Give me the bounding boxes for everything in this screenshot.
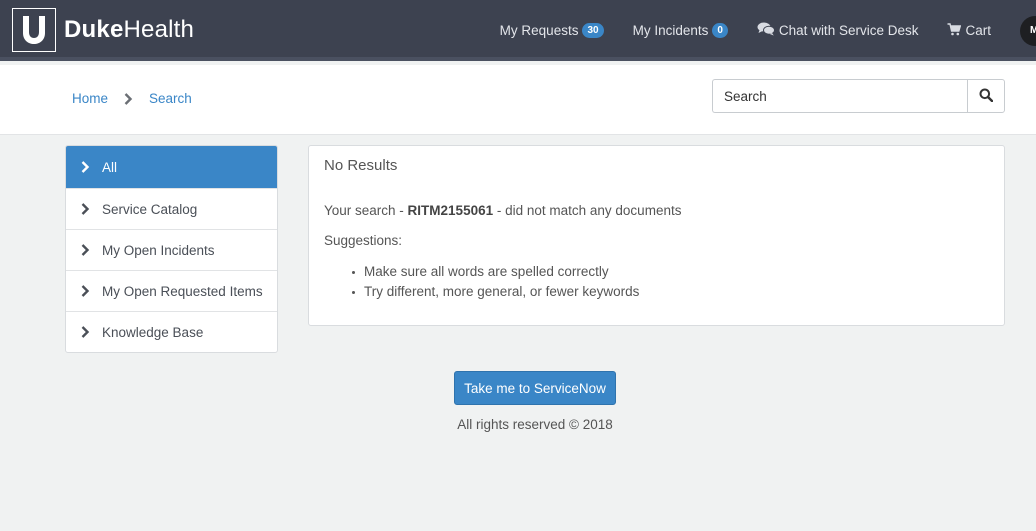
chevron-right-icon (81, 285, 90, 297)
breadcrumb: Home Search (72, 91, 192, 106)
search-query: RITM2155061 (407, 203, 494, 218)
chat-bubbles-icon (757, 22, 779, 39)
suggestion-item: Make sure all words are spelled correctl… (351, 262, 639, 282)
my-requests-link[interactable]: My Requests 30 (500, 23, 604, 38)
cart-label: Cart (965, 23, 991, 38)
no-match-suffix: - did not match any documents (493, 203, 682, 218)
no-match-message: Your search - RITM2155061 - did not matc… (324, 203, 681, 218)
user-avatar[interactable]: M (1020, 15, 1036, 46)
sidebar-item-label: All (102, 159, 118, 175)
sidebar-item-all[interactable]: All (66, 146, 277, 188)
cart-icon (947, 22, 965, 39)
nav-links: My Requests 30 My Incidents 0 Chat with … (500, 0, 1036, 61)
no-match-prefix: Your search - (324, 203, 408, 218)
chat-service-desk-link[interactable]: Chat with Service Desk (757, 22, 919, 39)
my-incidents-count-badge: 0 (712, 23, 728, 38)
results-title: No Results (324, 157, 398, 174)
breadcrumb-home-link[interactable]: Home (72, 91, 108, 106)
chevron-right-icon (81, 161, 90, 173)
search-results-panel: No Results Your search - RITM2155061 - d… (308, 145, 1005, 326)
brand-name: DukeHealth (64, 16, 194, 44)
chevron-right-icon (124, 92, 133, 105)
my-incidents-link[interactable]: My Incidents 0 (633, 23, 728, 38)
sidebar-item-label: Knowledge Base (102, 324, 204, 340)
my-requests-label: My Requests (499, 23, 579, 38)
search-icon (979, 88, 994, 105)
search-button[interactable] (967, 79, 1005, 113)
search-form (712, 79, 1005, 113)
top-navbar: DukeHealth My Requests 30 My Incidents 0… (0, 0, 1036, 61)
chevron-right-icon (81, 326, 90, 338)
sidebar-item-knowledge-base[interactable]: Knowledge Base (66, 311, 277, 352)
suggestion-item: Try different, more general, or fewer ke… (351, 282, 639, 302)
suggestions-list: Make sure all words are spelled correctl… (351, 262, 639, 302)
copyright-text: All rights reserved © 2018 (457, 417, 613, 432)
sidebar-item-my-open-requested-items[interactable]: My Open Requested Items (66, 270, 277, 311)
brand-name-regular: Health (123, 16, 195, 43)
sidebar-item-service-catalog[interactable]: Service Catalog (66, 188, 277, 229)
cart-link[interactable]: Cart (947, 22, 991, 39)
duke-shield-icon (12, 8, 56, 52)
breadcrumb-search-link[interactable]: Search (149, 91, 192, 106)
chevron-right-icon (81, 244, 90, 256)
my-incidents-label: My Incidents (632, 23, 709, 38)
brand-logo[interactable]: DukeHealth (12, 8, 194, 52)
brand-name-bold: Duke (64, 16, 124, 43)
sidebar-filter-list: All Service Catalog My Open Incidents My… (65, 145, 278, 353)
breadcrumb-bar: Home Search (0, 65, 1036, 135)
take-me-to-servicenow-button[interactable]: Take me to ServiceNow (454, 371, 616, 405)
sidebar-item-label: My Open Requested Items (102, 283, 263, 299)
chat-label: Chat with Service Desk (778, 23, 919, 38)
sidebar-item-label: Service Catalog (102, 201, 198, 217)
suggestions-label: Suggestions: (324, 233, 403, 248)
chevron-right-icon (81, 203, 90, 215)
my-requests-count-badge: 30 (582, 23, 604, 38)
search-input[interactable] (712, 79, 967, 113)
sidebar-item-label: My Open Incidents (102, 242, 215, 258)
sidebar-item-my-open-incidents[interactable]: My Open Incidents (66, 229, 277, 270)
